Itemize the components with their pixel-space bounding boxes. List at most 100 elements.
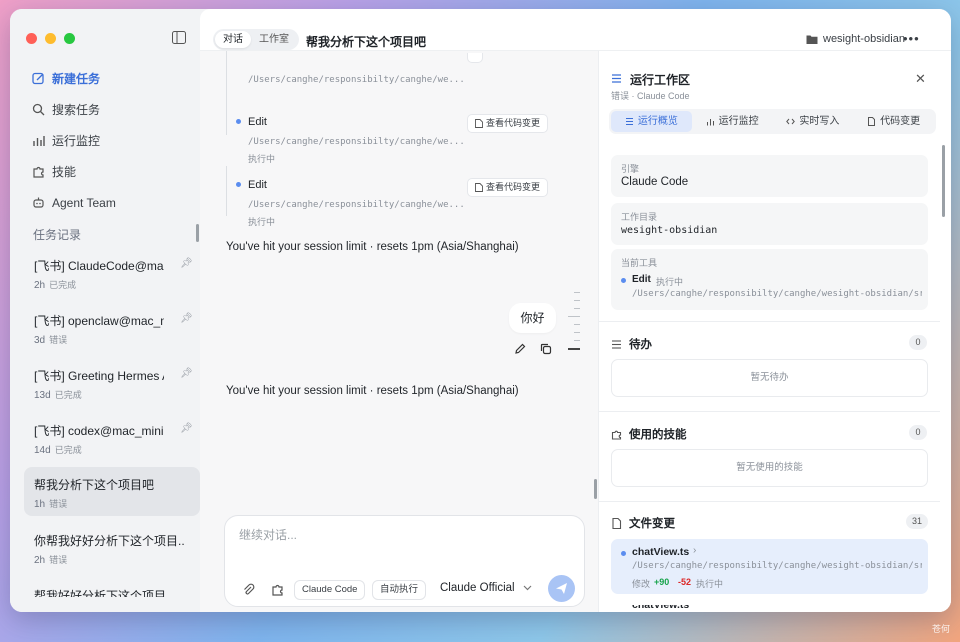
topbar: 对话 工作室 帮我分析下这个项目吧 wesight-obsidian ••• bbox=[200, 9, 951, 51]
tab-chat[interactable]: 对话 bbox=[215, 31, 251, 48]
attachment-icon[interactable] bbox=[242, 583, 255, 596]
skills-section-header: 使用的技能 bbox=[611, 426, 687, 442]
sidebar-toggle-icon[interactable] bbox=[172, 31, 186, 44]
list-icon bbox=[625, 118, 633, 125]
tool-status: 执行中 bbox=[248, 154, 276, 164]
nav-label: 运行监控 bbox=[52, 134, 101, 148]
task-time: 1h bbox=[34, 499, 46, 510]
nav-label: Agent Team bbox=[52, 195, 116, 210]
task-meta: 2h 已完成 bbox=[34, 278, 190, 291]
task-item[interactable]: 帮我好好分析下这个项目 bbox=[24, 577, 200, 597]
mode-pill-button[interactable]: 自动执行 bbox=[372, 580, 427, 600]
chevron-right-icon: › bbox=[693, 545, 697, 556]
main-area: 对话 工作室 帮我分析下这个项目吧 wesight-obsidian ••• /… bbox=[200, 9, 951, 612]
skills-puzzle-icon[interactable] bbox=[271, 583, 284, 596]
sidebar-nav: 新建任务 搜索任务 运行监控 技能 Agent Team bbox=[24, 63, 194, 218]
model-selector[interactable]: Claude Official bbox=[440, 582, 532, 594]
close-window-button[interactable] bbox=[26, 33, 37, 44]
tool-bullet bbox=[236, 119, 241, 124]
tab-label: 实时写入 bbox=[799, 116, 840, 127]
file-additions: +90 bbox=[654, 577, 670, 587]
files-title: 文件变更 bbox=[629, 518, 675, 530]
tab-label: 运行监控 bbox=[718, 116, 759, 127]
nav-new-task[interactable]: 新建任务 bbox=[24, 63, 194, 94]
tab-code-changes[interactable]: 代码变更 bbox=[853, 111, 934, 132]
chat-scrollbar[interactable] bbox=[594, 479, 597, 499]
folder-selector[interactable]: wesight-obsidian bbox=[806, 33, 905, 45]
nav-skills[interactable]: 技能 bbox=[24, 156, 194, 187]
message-minimap[interactable] bbox=[568, 292, 580, 357]
pin-icon[interactable]: 📌︎ bbox=[180, 258, 193, 269]
nav-label: 搜索任务 bbox=[52, 103, 101, 117]
task-meta: 14d 已完成 bbox=[34, 443, 190, 456]
task-item[interactable]: [飞书] Greeting Hermes A 13d 已完成 📌︎ bbox=[24, 357, 200, 412]
nav-agent-team[interactable]: Agent Team bbox=[24, 187, 194, 218]
folder-name: wesight-obsidian bbox=[823, 33, 905, 45]
run-workspace-panel: 运行工作区 错误 · Claude Code ✕ 运行概览 运行监控 实时写入 bbox=[598, 51, 951, 612]
task-meta: 3d 错误 bbox=[34, 333, 190, 346]
view-code-button-partial[interactable] bbox=[467, 53, 483, 63]
sidebar: 新建任务 搜索任务 运行监控 技能 Agent Team 任务记录 [飞书] C… bbox=[10, 9, 200, 612]
next-file-name[interactable]: chatView.ts bbox=[632, 605, 689, 612]
workdir-card: 工作目录 wesight-obsidian bbox=[611, 203, 928, 245]
task-item-active[interactable]: 帮我分析下这个项目吧 1h 错误 bbox=[24, 467, 200, 516]
task-history-title: 任务记录 bbox=[33, 228, 82, 242]
agent-pill-button[interactable]: Claude Code bbox=[294, 580, 366, 600]
assistant-message: You've hit your session limit · resets 1… bbox=[226, 385, 519, 397]
divider bbox=[599, 411, 940, 412]
task-title: 帮我分析下这个项目吧 bbox=[34, 478, 155, 492]
tool-path: /Users/canghe/responsibilty/canghe/we... bbox=[248, 75, 464, 85]
task-item[interactable]: [飞书] codex@mac_mini 14d 已完成 📌︎ bbox=[24, 412, 200, 467]
pin-icon[interactable]: 📌︎ bbox=[180, 368, 193, 379]
close-icon[interactable]: ✕ bbox=[915, 71, 926, 87]
task-meta: 13d 已完成 bbox=[34, 388, 190, 401]
skills-title: 使用的技能 bbox=[629, 429, 687, 441]
pin-icon[interactable]: 📌︎ bbox=[180, 313, 193, 324]
page-title: 帮我分析下这个项目吧 bbox=[306, 35, 427, 49]
tab-label: 代码变更 bbox=[880, 116, 921, 127]
tab-studio[interactable]: 工作室 bbox=[251, 31, 297, 48]
divider bbox=[599, 321, 940, 322]
panel-scrollbar[interactable] bbox=[942, 145, 945, 217]
task-meta: 1h 错误 bbox=[34, 497, 190, 510]
more-options-icon[interactable]: ••• bbox=[903, 31, 920, 46]
app-window: 新建任务 搜索任务 运行监控 技能 Agent Team 任务记录 [飞书] C… bbox=[10, 9, 951, 612]
tool-bullet bbox=[621, 278, 626, 283]
file-change-item[interactable]: chatView.ts › /Users/canghe/responsibilt… bbox=[611, 539, 928, 594]
panel-tabs: 运行概览 运行监控 实时写入 代码变更 bbox=[609, 109, 936, 134]
copy-icon[interactable] bbox=[540, 343, 552, 355]
timeline-line bbox=[226, 51, 227, 135]
minimize-window-button[interactable] bbox=[45, 33, 56, 44]
task-time: 3d bbox=[34, 335, 46, 346]
tab-run-monitor[interactable]: 运行监控 bbox=[692, 111, 773, 132]
model-name: Claude Official bbox=[440, 582, 515, 594]
user-message-bubble: 你好 bbox=[509, 303, 556, 333]
tab-run-overview[interactable]: 运行概览 bbox=[611, 111, 692, 132]
nav-search-task[interactable]: 搜索任务 bbox=[24, 94, 194, 125]
maximize-window-button[interactable] bbox=[64, 33, 75, 44]
pin-icon[interactable]: 📌︎ bbox=[180, 423, 193, 434]
nav-label: 新建任务 bbox=[52, 72, 101, 86]
view-code-changes-button[interactable]: 查看代码变更 bbox=[467, 178, 549, 197]
task-title: [飞书] openclaw@mac_mi bbox=[34, 314, 164, 328]
send-button[interactable] bbox=[548, 575, 575, 602]
task-time: 2h bbox=[34, 280, 46, 291]
engine-card: 引擎 Claude Code bbox=[611, 155, 928, 197]
files-count-badge: 31 bbox=[906, 514, 928, 529]
tool-status: 执行中 bbox=[248, 217, 276, 227]
task-item[interactable]: [飞书] openclaw@mac_mi 3d 错误 📌︎ bbox=[24, 302, 200, 357]
file-deletions: -52 bbox=[678, 577, 692, 587]
send-icon bbox=[556, 583, 567, 594]
nav-monitor[interactable]: 运行监控 bbox=[24, 125, 194, 156]
edit-icon[interactable] bbox=[514, 343, 526, 355]
task-item[interactable]: [飞书] ClaudeCode@mac_ 2h 已完成 📌︎ bbox=[24, 247, 200, 302]
tab-live-write[interactable]: 实时写入 bbox=[773, 111, 854, 132]
sidebar-scrollbar[interactable] bbox=[196, 224, 199, 242]
files-section-header: 文件变更 bbox=[611, 515, 675, 531]
view-code-changes-button[interactable]: 查看代码变更 bbox=[467, 114, 549, 133]
message-input[interactable]: 继续对话... bbox=[239, 526, 297, 543]
file-name: chatView.ts bbox=[632, 546, 690, 558]
code-icon bbox=[786, 118, 796, 125]
workdir-label: 工作目录 bbox=[621, 212, 658, 222]
task-item[interactable]: 你帮我好好分析下这个项目... 2h 错误 bbox=[24, 522, 200, 577]
